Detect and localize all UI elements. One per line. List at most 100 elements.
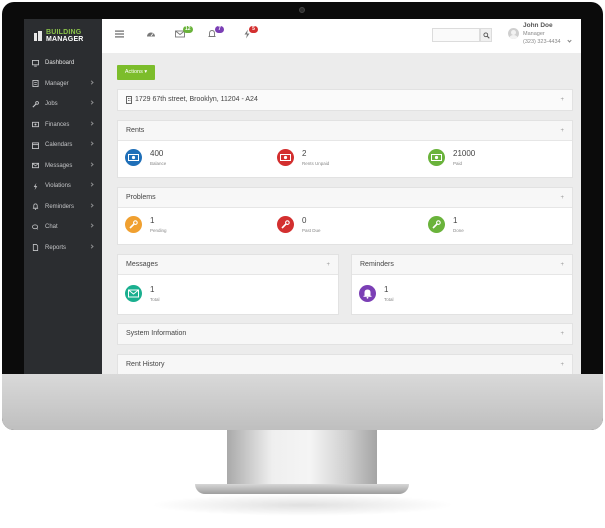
hamburger-menu-icon[interactable] xyxy=(115,29,125,39)
monitor-stand-base xyxy=(195,484,409,494)
search-input[interactable] xyxy=(432,28,480,42)
stat-value: 1 xyxy=(150,216,155,225)
sidebar-item-label: Finances xyxy=(45,121,70,128)
chevron-right-icon xyxy=(89,223,94,228)
system-information-panel: System Information + xyxy=(117,323,573,345)
messages-header[interactable]: Messages + xyxy=(118,255,338,275)
reminders-title: Reminders xyxy=(360,261,394,268)
expand-icon[interactable]: + xyxy=(560,90,564,110)
sidebar-item-calendars[interactable]: Calendars xyxy=(24,135,102,156)
sidebar-item-label: Calendars xyxy=(45,142,73,149)
user-name[interactable]: John Doe xyxy=(523,22,553,29)
logo-line-2: MANAGER xyxy=(46,36,84,43)
camera-dot xyxy=(299,7,305,13)
top-bar: 12 7 5 John Doe Manager (323) 323-4434 xyxy=(102,19,581,53)
avatar[interactable] xyxy=(508,28,519,39)
stat-value: 1 xyxy=(150,285,155,294)
expand-icon[interactable]: + xyxy=(326,255,330,275)
sidebar-item-reports[interactable]: Reports xyxy=(24,238,102,259)
expand-icon[interactable]: + xyxy=(560,324,564,344)
sidebar-item-manager[interactable]: Manager xyxy=(24,74,102,95)
expand-icon[interactable]: + xyxy=(560,121,564,141)
rent-history-title: Rent History xyxy=(126,361,165,368)
messages-title: Messages xyxy=(126,261,158,268)
chat-icon xyxy=(32,224,39,230)
stat-value: 2 xyxy=(302,149,307,158)
system-information-title: System Information xyxy=(126,330,187,337)
sidebar-item-finances[interactable]: Finances xyxy=(24,115,102,136)
bolt-icon xyxy=(33,182,38,190)
problems-header[interactable]: Problems + xyxy=(118,188,572,208)
stat-value: 1 xyxy=(384,285,389,294)
money-icon xyxy=(125,149,142,166)
sidebar-item-reminders[interactable]: Reminders xyxy=(24,197,102,218)
rents-header[interactable]: Rents + xyxy=(118,121,572,141)
actions-label: Actions xyxy=(124,69,143,75)
sidebar-item-label: Messages xyxy=(45,162,73,169)
sidebar-item-label: Reminders xyxy=(45,203,75,210)
bell-icon xyxy=(32,203,39,211)
chevron-right-icon xyxy=(89,120,94,126)
stat-value: 21000 xyxy=(453,149,476,158)
chevron-right-icon xyxy=(89,182,94,187)
monitor-chin xyxy=(2,374,603,430)
messages-badge: 12 xyxy=(183,26,193,33)
money-icon xyxy=(32,122,39,128)
address-panel: 1729 67th street, Brooklyn, 11204 - A24 … xyxy=(117,89,573,111)
sidebar-item-violations[interactable]: Violations xyxy=(24,176,102,197)
stat-value: 400 xyxy=(150,149,164,158)
wrench-icon xyxy=(277,216,294,233)
sidebar-item-label: Violations xyxy=(45,183,71,190)
sidebar: BUILDING MANAGER Dashboard Manager Jobs xyxy=(24,19,102,374)
money-icon xyxy=(428,149,445,166)
building-icon xyxy=(126,96,132,104)
stat-label: Balance xyxy=(150,161,167,166)
notifications-badge: 7 xyxy=(215,26,224,33)
monitor-stand-neck xyxy=(227,430,377,486)
expand-icon[interactable]: + xyxy=(560,255,564,275)
search-icon xyxy=(483,32,490,39)
rent-history-panel: Rent History + xyxy=(117,354,573,374)
calendar-icon xyxy=(32,142,39,149)
wrench-icon xyxy=(32,100,39,108)
search-button[interactable] xyxy=(480,28,492,42)
stat-label: Paid xyxy=(453,161,463,166)
expand-icon[interactable]: + xyxy=(560,188,564,208)
dashboard-gauge-icon[interactable] xyxy=(146,29,156,39)
money-icon xyxy=(277,149,294,166)
address-text: 1729 67th street, Brooklyn, 11204 - A24 xyxy=(135,96,258,103)
chevron-right-icon xyxy=(89,141,94,146)
stat-label: Rents Unpaid xyxy=(302,161,330,166)
chevron-right-icon xyxy=(89,79,94,85)
chevron-right-icon xyxy=(89,161,94,167)
logo-text: BUILDING MANAGER xyxy=(46,29,84,43)
sidebar-item-messages[interactable]: Messages xyxy=(24,156,102,177)
stat-label: Done xyxy=(453,228,464,233)
problems-title: Problems xyxy=(126,194,156,201)
sidebar-item-label: Manager xyxy=(45,80,69,87)
stat-value: 1 xyxy=(453,216,458,225)
problems-panel: Problems + 1 Pending 0 Past Due 1 Done xyxy=(117,187,573,245)
stat-value: 0 xyxy=(302,216,307,225)
sidebar-item-dashboard[interactable]: Dashboard xyxy=(24,53,102,74)
expand-icon[interactable]: + xyxy=(560,355,564,374)
sidebar-item-jobs[interactable]: Jobs xyxy=(24,94,102,115)
address-header[interactable]: 1729 67th street, Brooklyn, 11204 - A24 … xyxy=(118,90,572,110)
system-information-header[interactable]: System Information + xyxy=(118,324,572,344)
actions-button[interactable]: Actions ▾ xyxy=(117,65,155,80)
sidebar-item-chat[interactable]: Chat xyxy=(24,217,102,238)
user-phone: (323) 323-4434 xyxy=(523,39,561,45)
document-icon xyxy=(32,80,39,88)
wrench-icon xyxy=(428,216,445,233)
messages-panel: Messages + 1 Total xyxy=(117,254,339,315)
rents-title: Rents xyxy=(126,127,145,134)
reminders-header[interactable]: Reminders + xyxy=(352,255,572,275)
monitor-frame: BUILDING MANAGER Dashboard Manager Jobs xyxy=(2,2,603,430)
building-icon xyxy=(34,31,42,41)
violations-badge: 5 xyxy=(249,26,258,33)
rent-history-header[interactable]: Rent History + xyxy=(118,355,572,374)
chevron-down-icon[interactable] xyxy=(567,38,572,43)
stat-label: Total xyxy=(384,297,394,302)
user-role: Manager xyxy=(523,31,545,37)
app-logo[interactable]: BUILDING MANAGER xyxy=(24,19,102,53)
